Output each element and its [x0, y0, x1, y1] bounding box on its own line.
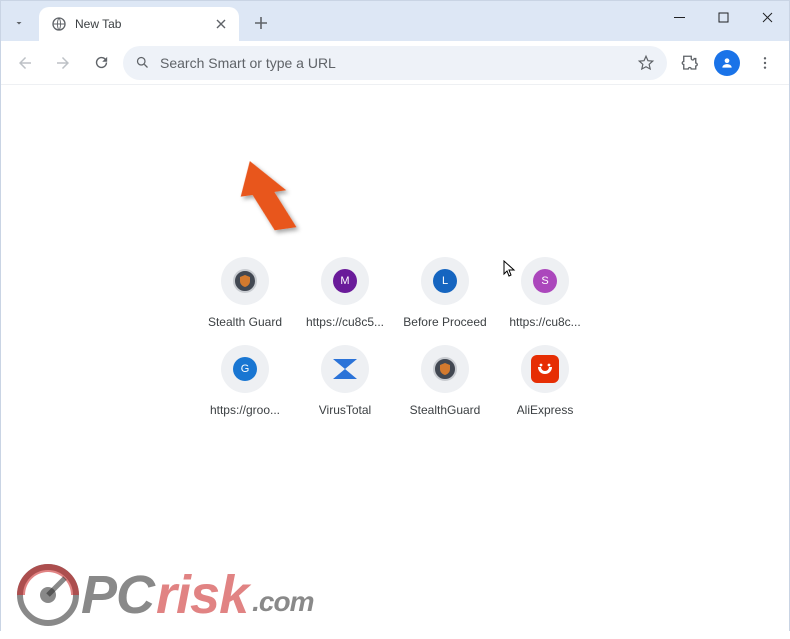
shortcut-icon-container	[521, 345, 569, 393]
watermark-text-risk: risk	[156, 564, 248, 626]
minimize-icon	[674, 12, 685, 23]
puzzle-icon	[680, 54, 698, 72]
shortcut-label: AliExpress	[517, 403, 574, 417]
tab-close-button[interactable]	[213, 16, 229, 32]
extensions-button[interactable]	[673, 47, 705, 79]
shortcut-stealthguard[interactable]: StealthGuard	[395, 345, 495, 417]
plus-icon	[254, 16, 268, 30]
shortcut-label: VirusTotal	[319, 403, 371, 417]
shield-icon	[433, 357, 457, 381]
shield-icon	[233, 269, 257, 293]
vertical-dots-icon	[757, 55, 773, 71]
profile-button[interactable]	[711, 47, 743, 79]
new-tab-button[interactable]	[247, 9, 275, 37]
shortcut-label: https://cu8c...	[509, 315, 580, 329]
window-controls	[657, 1, 789, 37]
arrow-right-icon	[54, 54, 72, 72]
aliexpress-icon	[531, 355, 559, 383]
close-window-button[interactable]	[745, 1, 789, 33]
search-icon	[135, 55, 150, 70]
letter-icon: M	[333, 269, 357, 293]
letter-icon: G	[233, 357, 257, 381]
shortcut-icon-container: L	[421, 257, 469, 305]
shortcuts-grid: Stealth Guard M https://cu8c5... L Befor…	[195, 257, 595, 417]
chevron-down-icon	[13, 17, 25, 29]
shortcut-icon-container	[421, 345, 469, 393]
watermark-logo-icon	[17, 564, 79, 626]
maximize-icon	[718, 12, 729, 23]
tab-search-dropdown[interactable]	[5, 9, 33, 37]
watermark: PCrisk.com	[17, 564, 313, 626]
shortcut-cu8c[interactable]: S https://cu8c...	[495, 257, 595, 329]
forward-button[interactable]	[47, 47, 79, 79]
menu-button[interactable]	[749, 47, 781, 79]
shortcut-cu8c5[interactable]: M https://cu8c5...	[295, 257, 395, 329]
virustotal-icon	[331, 355, 359, 383]
watermark-text-pc: PC	[81, 564, 154, 626]
globe-icon	[51, 16, 67, 32]
avatar-icon	[714, 50, 740, 76]
shortcut-label: StealthGuard	[410, 403, 481, 417]
omnibox[interactable]	[123, 46, 667, 80]
tab-title: New Tab	[75, 17, 205, 31]
shortcut-icon-container: G	[221, 345, 269, 393]
reload-button[interactable]	[85, 47, 117, 79]
letter-icon: S	[533, 269, 557, 293]
close-icon	[762, 12, 773, 23]
titlebar: New Tab	[1, 1, 789, 41]
letter-icon: L	[433, 269, 457, 293]
shortcut-stealth-guard[interactable]: Stealth Guard	[195, 257, 295, 329]
close-icon	[216, 19, 226, 29]
shortcut-icon-container	[221, 257, 269, 305]
back-button[interactable]	[9, 47, 41, 79]
shortcut-label: Before Proceed	[403, 315, 486, 329]
reload-icon	[93, 54, 110, 71]
shortcut-icon-container: S	[521, 257, 569, 305]
watermark-text-dotcom: .com	[252, 586, 313, 618]
shortcut-aliexpress[interactable]: AliExpress	[495, 345, 595, 417]
address-input[interactable]	[160, 55, 627, 71]
shortcut-icon-container: M	[321, 257, 369, 305]
shortcut-label: Stealth Guard	[208, 315, 282, 329]
shortcut-label: https://cu8c5...	[306, 315, 384, 329]
annotation-arrow-icon	[237, 157, 307, 237]
bookmark-star-icon[interactable]	[637, 54, 655, 72]
shortcut-groo[interactable]: G https://groo...	[195, 345, 295, 417]
shortcut-virustotal[interactable]: VirusTotal	[295, 345, 395, 417]
minimize-button[interactable]	[657, 1, 701, 33]
maximize-button[interactable]	[701, 1, 745, 33]
content-area: Stealth Guard M https://cu8c5... L Befor…	[1, 85, 789, 632]
shortcut-before-proceed[interactable]: L Before Proceed	[395, 257, 495, 329]
shortcut-icon-container	[321, 345, 369, 393]
browser-tab[interactable]: New Tab	[39, 7, 239, 41]
toolbar	[1, 41, 789, 85]
shortcut-label: https://groo...	[210, 403, 280, 417]
arrow-left-icon	[16, 54, 34, 72]
